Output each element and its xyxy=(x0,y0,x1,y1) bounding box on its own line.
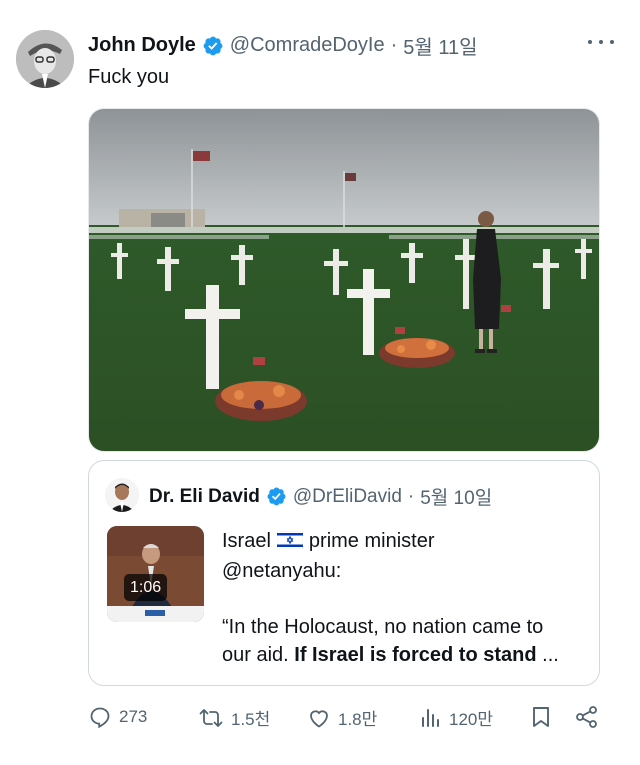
quoted-text-bold: If Israel is forced to stand xyxy=(294,644,537,666)
tweet-photo[interactable] xyxy=(88,108,600,452)
quoted-tweet[interactable]: Dr. Eli David @DrEliDavid · 5월 10일 1:06 … xyxy=(88,460,600,686)
author-name[interactable]: John Doyle xyxy=(88,34,196,57)
author-avatar[interactable] xyxy=(16,30,74,88)
more-icon[interactable] xyxy=(588,32,614,52)
separator: · xyxy=(390,34,398,56)
verified-badge-icon xyxy=(202,35,224,57)
quoted-author-name[interactable]: Dr. Eli David xyxy=(149,486,260,508)
quoted-text-line1a: Israel xyxy=(222,530,271,552)
quoted-video-thumbnail[interactable]: 1:06 xyxy=(107,526,204,622)
author-handle[interactable]: @ComradeDoyIe xyxy=(230,34,385,57)
views-icon xyxy=(418,706,442,730)
repost-button[interactable]: 1.5천 xyxy=(198,705,270,730)
quoted-text-line4: our aid. xyxy=(222,644,289,666)
quoted-text-line1b: prime minister xyxy=(308,530,435,552)
video-duration: 1:06 xyxy=(124,574,168,601)
reply-button[interactable]: 273 xyxy=(88,705,147,729)
tweet: John Doyle @ComradeDoyIe · 5월 11일 Fuck y… xyxy=(0,0,640,765)
bookmark-button[interactable] xyxy=(530,705,552,729)
action-bar: 273 1.5천 1.8만 120만 xyxy=(88,705,610,735)
reply-count: 273 xyxy=(119,707,148,726)
like-icon xyxy=(307,706,331,730)
quoted-mention[interactable]: @netanyahu: xyxy=(222,557,592,585)
tweet-header: John Doyle @ComradeDoyIe · 5월 11일 xyxy=(88,31,478,60)
quoted-author-handle[interactable]: @DrEliDavid xyxy=(293,486,402,508)
views-button[interactable]: 120만 xyxy=(418,705,493,730)
quoted-text-ellipsis: ... xyxy=(542,644,559,666)
bookmark-icon xyxy=(530,705,552,729)
israel-flag-icon xyxy=(276,529,304,557)
repost-count: 1.5천 xyxy=(231,710,271,729)
post-date[interactable]: 5월 11일 xyxy=(403,31,477,60)
view-count: 120만 xyxy=(449,710,494,729)
share-icon xyxy=(574,705,600,729)
share-button[interactable] xyxy=(574,705,600,729)
quoted-date[interactable]: 5월 10일 xyxy=(420,483,492,510)
reply-icon xyxy=(88,705,112,729)
tweet-text: Fuck you xyxy=(88,66,170,88)
like-count: 1.8만 xyxy=(338,710,378,729)
quoted-text: Israel prime minister @netanyahu: “In the… xyxy=(222,527,592,669)
verified-badge-icon xyxy=(266,486,287,507)
quoted-header: Dr. Eli David @DrEliDavid · 5월 10일 xyxy=(149,483,492,510)
quoted-author-avatar[interactable] xyxy=(105,478,139,512)
repost-icon xyxy=(198,706,224,730)
quoted-text-line3: “In the Holocaust, no nation came to xyxy=(222,616,544,638)
like-button[interactable]: 1.8만 xyxy=(307,705,377,730)
separator: · xyxy=(407,485,415,507)
